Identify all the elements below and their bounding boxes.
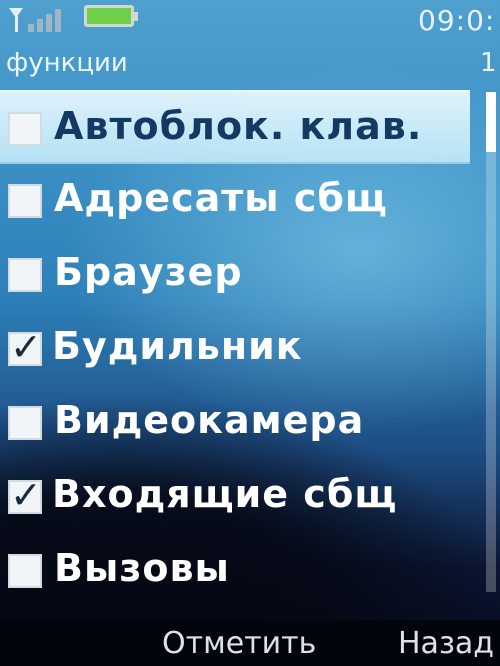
- list-item-browser[interactable]: Браузер: [0, 238, 470, 312]
- checkbox-checked[interactable]: ✓: [8, 476, 42, 514]
- checkbox[interactable]: [8, 258, 42, 292]
- list-item-label: Входящие сбщ: [52, 472, 398, 516]
- list-item-inbox[interactable]: ✓ Входящие сбщ: [0, 460, 470, 534]
- scrollbar-thumb[interactable]: [486, 92, 496, 152]
- title-bar: функции 1: [0, 44, 500, 88]
- checkbox[interactable]: [8, 184, 42, 218]
- list-item-autolock[interactable]: Автоблок. клав.: [0, 90, 470, 164]
- page-number: 1: [480, 48, 497, 78]
- checkbox[interactable]: [8, 112, 42, 146]
- list-item-label: Адресаты сбщ: [54, 176, 388, 220]
- list-item-video-camera[interactable]: Видеокамера: [0, 386, 470, 460]
- list-item-message-recipients[interactable]: Адресаты сбщ: [0, 164, 470, 238]
- list-item-calls[interactable]: Вызовы: [0, 534, 470, 608]
- status-bar: 09:0:: [0, 0, 500, 42]
- list-item-label: Будильник: [52, 324, 303, 368]
- check-mark-icon: ✓: [10, 325, 42, 369]
- list-item-label: Браузер: [54, 250, 243, 294]
- battery-icon: [84, 5, 138, 27]
- functions-list: Автоблок. клав. Адресаты сбщ Браузер ✓ Б…: [0, 90, 470, 608]
- signal-strength-icon: [9, 8, 61, 32]
- list-item-label: Автоблок. клав.: [54, 104, 423, 148]
- softkey-bar: Отметить Назад: [0, 620, 500, 666]
- checkbox-checked[interactable]: ✓: [8, 328, 42, 366]
- back-softkey[interactable]: Назад: [398, 626, 494, 661]
- page-title: функции: [6, 48, 128, 78]
- scrollbar[interactable]: [486, 92, 496, 592]
- list-item-label: Видеокамера: [54, 398, 365, 442]
- checkbox[interactable]: [8, 554, 42, 588]
- checkbox[interactable]: [8, 406, 42, 440]
- list-item-alarm[interactable]: ✓ Будильник: [0, 312, 470, 386]
- clock: 09:0:: [418, 4, 496, 37]
- phone-screen: 09:0: функции 1 Автоблок. клав. Адресаты…: [0, 0, 500, 666]
- list-item-label: Вызовы: [54, 546, 230, 590]
- check-mark-icon: ✓: [10, 473, 42, 517]
- mark-softkey[interactable]: Отметить: [162, 626, 316, 661]
